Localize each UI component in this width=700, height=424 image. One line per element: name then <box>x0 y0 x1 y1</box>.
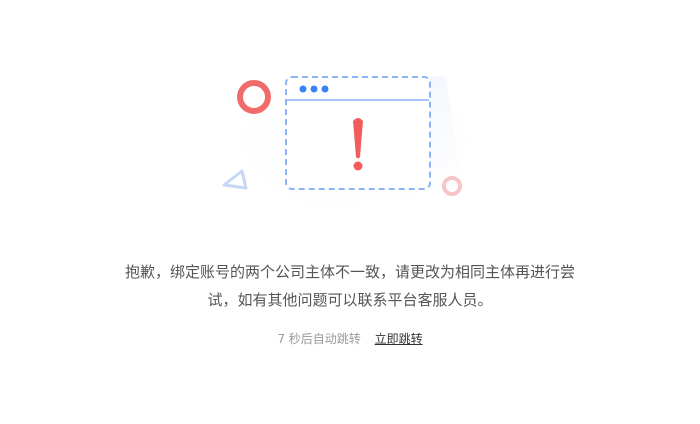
browser-warning-icon <box>220 55 490 225</box>
countdown-text: 7 秒后自动跳转 <box>277 332 361 346</box>
window-dot-icon <box>321 85 329 93</box>
jump-now-link[interactable]: 立即跳转 <box>375 332 423 346</box>
exclamation-dot-icon <box>353 161 363 171</box>
error-message-line-1: 抱歉，绑定账号的两个公司主体不一致，请更改为相同主体再进行尝 <box>124 263 575 281</box>
window-dot-icon <box>299 85 307 93</box>
error-page: 抱歉，绑定账号的两个公司主体不一致，请更改为相同主体再进行尝 试，如有其他问题可… <box>0 0 700 424</box>
redirect-row: 7 秒后自动跳转 立即跳转 <box>0 330 700 347</box>
warning-illustration <box>210 55 490 225</box>
error-message-line-2: 试，如有其他问题可以联系平台客服人员。 <box>207 291 493 309</box>
window-dot-icon <box>310 85 318 93</box>
error-message: 抱歉，绑定账号的两个公司主体不一致，请更改为相同主体再进行尝 试，如有其他问题可… <box>100 258 600 314</box>
